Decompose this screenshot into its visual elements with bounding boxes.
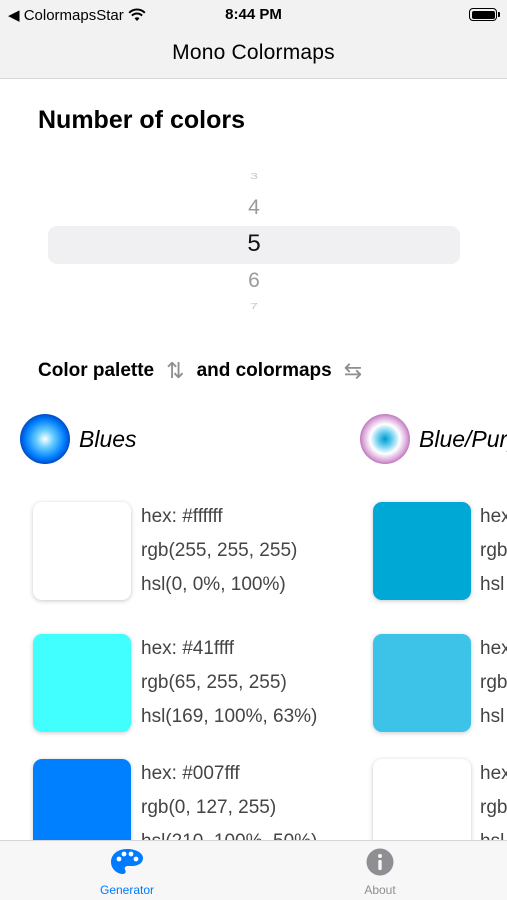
status-time: 8:44 PM [225, 6, 282, 23]
palette-icon [111, 849, 143, 874]
battery-icon [469, 8, 500, 21]
color-info: hex: #ffffff rgb hsl [480, 757, 507, 840]
colormap-header-blues[interactable]: Blues [20, 414, 137, 464]
picker-option-selected[interactable]: 5 [48, 230, 460, 258]
color-info: hex: #00a8d6 rgb hsl [480, 500, 507, 602]
hex-value: hex: #ffffff [141, 506, 223, 527]
color-info: hex: #007fff rgb(0, 127, 255) hsl(210, 1… [141, 757, 317, 840]
color-swatch[interactable] [373, 634, 471, 732]
tab-about[interactable]: About [320, 847, 440, 897]
navigation-bar: Mono Colormaps [0, 30, 507, 79]
bupu-gradient-icon [360, 414, 410, 464]
blues-gradient-icon [20, 414, 70, 464]
rgb-value: rgb(0, 127, 255) [141, 797, 277, 818]
color-info: hex: #ffffff rgb(255, 255, 255) hsl(0, 0… [141, 500, 297, 602]
hex-value: hex: #3ec3e8 [480, 638, 507, 659]
tab-bar: Generator About [0, 840, 507, 900]
hsl-value: hsl [480, 706, 505, 727]
colormap-header-bupu[interactable]: Blue/Purple [360, 414, 507, 464]
color-swatch[interactable] [373, 759, 471, 840]
colormap-name: Blue/Purple [419, 425, 507, 452]
picker-option[interactable]: 4 [48, 196, 460, 220]
rgb-value: rgb(255, 255, 255) [141, 540, 298, 561]
hsl-value: hsl(0, 0%, 100%) [141, 574, 286, 595]
page-title: Mono Colormaps [172, 41, 335, 64]
tab-label: About [364, 883, 396, 897]
hsl-value: hsl [480, 574, 505, 595]
tab-generator[interactable]: Generator [67, 847, 187, 897]
hex-value: hex: #00a8d6 [480, 506, 507, 527]
rgb-value: rgb [480, 672, 507, 693]
status-bar: ◀ ColormapsStar 8:44 PM [0, 0, 507, 30]
rgb-value: rgb(65, 255, 255) [141, 672, 287, 693]
picker-option[interactable]: 7 [48, 301, 460, 311]
content-scroll-view[interactable]: Number of colors 3 4 5 6 7 Color palette… [0, 80, 507, 840]
arrow-left-right-icon: ⇆ [343, 358, 363, 383]
hex-value: hex: #41ffff [141, 638, 234, 659]
color-swatch[interactable] [33, 634, 131, 732]
hsl-value: hsl(210, 100%, 50%) [141, 825, 317, 840]
rgb-value: rgb [480, 540, 507, 561]
colormaps-label: and colormaps [196, 360, 332, 381]
section-title: Number of colors [38, 106, 245, 134]
arrow-up-down-icon: ⇅ [166, 358, 185, 383]
color-swatch[interactable] [33, 759, 131, 840]
picker-option[interactable]: 6 [48, 269, 460, 293]
hsl-value: hsl(169, 100%, 63%) [141, 706, 318, 727]
palette-label: Color palette [38, 360, 155, 381]
color-swatch[interactable] [373, 502, 471, 600]
hsl-value: hsl [480, 825, 507, 840]
color-info: hex: #3ec3e8 rgb hsl [480, 632, 507, 734]
colormap-column-bupu: Blue/Purple hex: #00a8d6 rgb hsl hex: #3… [360, 414, 507, 840]
rgb-value: rgb [480, 797, 507, 818]
info-icon [366, 848, 394, 876]
hex-value: hex: #ffffff [480, 763, 507, 784]
tab-label: Generator [99, 883, 155, 897]
palette-description: Color palette ⇅ and colormaps ⇆ [38, 358, 374, 384]
colormap-name: Blues [79, 425, 137, 452]
color-info: hex: #41ffff rgb(65, 255, 255) hsl(169, … [141, 632, 317, 734]
hex-value: hex: #007fff [141, 763, 240, 784]
number-of-colors-picker[interactable]: 3 4 5 6 7 [48, 168, 460, 318]
color-swatch[interactable] [33, 502, 131, 600]
picker-option[interactable]: 3 [48, 171, 460, 181]
